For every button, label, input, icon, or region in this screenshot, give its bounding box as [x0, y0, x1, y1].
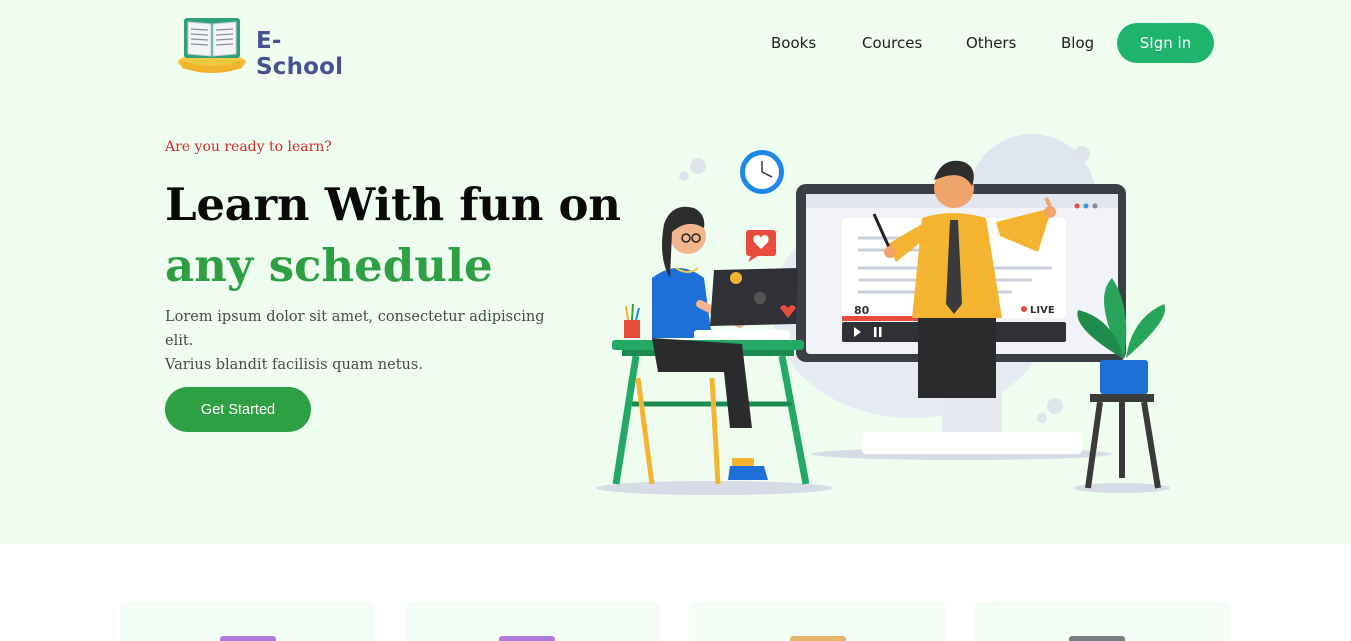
book-icon	[1069, 636, 1125, 641]
book-icon	[790, 636, 846, 641]
nav-blog[interactable]: Blog	[1061, 34, 1094, 52]
category-card[interactable]	[120, 602, 375, 641]
category-card[interactable]	[975, 602, 1230, 641]
book-icon	[499, 636, 555, 641]
live-label: LIVE	[1030, 305, 1055, 316]
category-card[interactable]	[405, 602, 660, 641]
hero-eyebrow: Are you ready to learn?	[165, 139, 332, 155]
nav-cources[interactable]: Cources	[862, 34, 922, 52]
brand-name: E- School	[256, 28, 344, 80]
hero-description: Lorem ipsum dolor sit amet, consectetur …	[165, 305, 565, 377]
signin-button[interactable]: SIgn in	[1117, 23, 1214, 63]
category-card[interactable]	[690, 602, 945, 641]
hero-description-line1: Lorem ipsum dolor sit amet, consectetur …	[165, 309, 545, 349]
hero-description-line2: Varius blandit facilisis quam netus.	[165, 357, 423, 373]
clock-icon	[740, 150, 784, 194]
nav-others[interactable]: Others	[966, 34, 1016, 52]
online-learning-illustration: 80 LIVE	[596, 134, 1170, 495]
nav-books[interactable]: Books	[771, 34, 816, 52]
book-icon	[220, 636, 276, 641]
book-logo-icon	[178, 18, 246, 73]
brand-logo[interactable]: E- School	[176, 12, 376, 80]
viewer-count: 80	[854, 304, 870, 317]
get-started-button[interactable]: Get Started	[165, 387, 311, 432]
hero-title: Learn With fun on	[165, 178, 621, 231]
hero-title-highlight: any schedule	[165, 239, 493, 292]
heart-bubble-icon	[746, 230, 776, 262]
